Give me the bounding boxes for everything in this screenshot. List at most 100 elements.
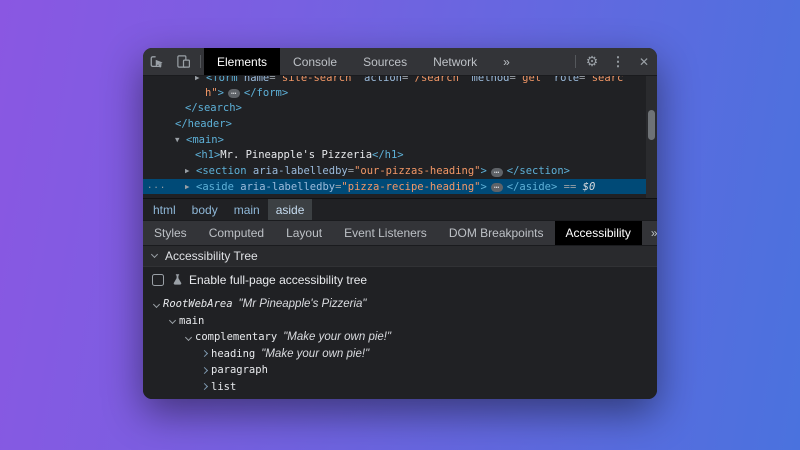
accessibility-tree-section-header[interactable]: Accessibility Tree <box>143 246 657 267</box>
device-toolbar-icon <box>176 54 191 69</box>
dom-token: aria-labelledby <box>234 181 335 193</box>
breadcrumb-main[interactable]: main <box>226 199 268 220</box>
breadcrumb-body[interactable]: body <box>184 199 226 220</box>
a11y-role: list <box>211 381 236 393</box>
dom-token: <h1> <box>195 149 220 161</box>
enable-full-page-a11y-row: Enable full-page accessibility tree <box>143 267 657 292</box>
dom-token: <form <box>206 76 238 84</box>
inspect-element-icon <box>149 54 164 69</box>
chevron-down-icon[interactable] <box>181 335 195 340</box>
expand-arrow-icon[interactable]: ▶ <box>185 163 196 179</box>
dom-tree-row[interactable]: </header> <box>143 117 657 133</box>
inspect-element-icon[interactable] <box>143 48 170 75</box>
a11y-tree-row[interactable]: paragraph <box>143 362 657 379</box>
hidden-items-indicator: ... <box>147 179 166 195</box>
sidebar-tab-strip: StylesComputedLayoutEvent ListenersDOM B… <box>143 220 657 246</box>
tab-computed[interactable]: Computed <box>198 221 275 245</box>
dom-token: Mr. Pineapple's Pizzeria <box>220 149 372 161</box>
a11y-name: "Mr Pineapple's Pizzeria" <box>239 298 367 310</box>
menu-dots-icon[interactable]: ⋮ <box>605 48 631 75</box>
device-toolbar-icon[interactable] <box>170 48 197 75</box>
toolbar-separator <box>575 55 576 68</box>
section-title: Accessibility Tree <box>165 249 258 263</box>
tab-elements[interactable]: Elements <box>204 48 280 75</box>
tab-accessibility[interactable]: Accessibility <box>555 221 642 245</box>
dom-tree-row[interactable]: <h1>Mr. Pineapple's Pizzeria</h1> <box>143 148 657 164</box>
dom-token: > <box>481 181 487 193</box>
scrollbar-thumb[interactable] <box>648 110 655 140</box>
inline-expand-button[interactable]: … <box>491 183 503 192</box>
a11y-name: "Make your own pie!" <box>283 331 391 343</box>
dom-token: method <box>465 76 509 84</box>
chevron-down-icon[interactable] <box>165 318 179 323</box>
a11y-tree-row[interactable]: complementary "Make your own pie!" <box>143 329 657 346</box>
a11y-name: "Make your own pie!" <box>261 348 369 360</box>
main-tab-strip: ElementsConsoleSourcesNetwork» <box>204 48 523 75</box>
toolbar-spacer <box>523 48 572 75</box>
dom-token: </aside> <box>507 181 558 193</box>
dom-token: h" <box>205 87 218 99</box>
dom-token: </h1> <box>372 149 404 161</box>
dom-tree-row[interactable]: ▼<main> <box>143 132 657 148</box>
a11y-tree-row[interactable]: main <box>143 313 657 330</box>
tab-dom-breakpoints[interactable]: DOM Breakpoints <box>438 221 555 245</box>
inline-expand-button[interactable]: … <box>491 168 503 177</box>
dom-tree-row[interactable]: h">…</form> <box>143 86 657 102</box>
enable-full-page-checkbox[interactable] <box>152 274 164 286</box>
tab-more-tabs[interactable]: » <box>490 48 523 75</box>
tab-styles[interactable]: Styles <box>143 221 198 245</box>
dom-token: role <box>547 76 579 84</box>
a11y-role: RootWebArea <box>163 298 233 310</box>
dom-tree-row[interactable]: ▶<section aria-labelledby="our-pizzas-he… <box>143 163 657 179</box>
tab-more-panel-tabs[interactable]: » <box>642 221 657 245</box>
enable-full-page-label: Enable full-page accessibility tree <box>189 273 367 287</box>
dom-token: </search> <box>185 102 242 114</box>
expand-arrow-icon[interactable]: ▶ <box>185 179 196 195</box>
experimental-beaker-icon <box>171 273 184 286</box>
accessibility-tree: RootWebArea "Mr Pineapple's Pizzeria" main… <box>143 292 657 399</box>
dom-token: "/search" <box>408 76 465 84</box>
tab-event-listeners[interactable]: Event Listeners <box>333 221 438 245</box>
settings-gear-icon[interactable]: ⚙ <box>579 48 605 75</box>
a11y-role: heading <box>211 348 255 360</box>
a11y-tree-row[interactable]: RootWebArea "Mr Pineapple's Pizzeria" <box>143 296 657 313</box>
a11y-tree-row[interactable]: heading "Make your own pie!" <box>143 346 657 363</box>
toolbar-separator <box>200 55 201 68</box>
dom-token: "our-pizzas-heading" <box>354 165 480 177</box>
tab-network[interactable]: Network <box>420 48 490 75</box>
tab-layout[interactable]: Layout <box>275 221 333 245</box>
dom-tree-panel: ▶<form name="site-search" action="/searc… <box>143 76 657 198</box>
a11y-tree-row[interactable]: list <box>143 379 657 396</box>
dom-token: "get" <box>516 76 548 84</box>
dom-token: == <box>557 181 582 193</box>
chevron-right-icon[interactable] <box>197 384 211 389</box>
dom-token: "searc <box>585 76 623 84</box>
dom-token: <main> <box>186 134 224 146</box>
dom-token: </section> <box>507 165 570 177</box>
dom-tree-row[interactable]: ▶<form name="site-search" action="/searc… <box>143 76 657 86</box>
breadcrumb-html[interactable]: html <box>145 199 184 220</box>
dom-token: > <box>481 165 487 177</box>
breadcrumb-aside[interactable]: aside <box>268 199 313 220</box>
dom-token: </header> <box>175 118 232 130</box>
dom-tree-scrollbar[interactable] <box>646 76 657 198</box>
devtools-window: ElementsConsoleSourcesNetwork» ⚙ ⋮ ✕ ▶<f… <box>143 48 657 399</box>
dom-token: <section <box>196 165 247 177</box>
chevron-right-icon[interactable] <box>197 351 211 356</box>
tab-sources[interactable]: Sources <box>350 48 420 75</box>
dom-token: </form> <box>244 87 288 99</box>
chevron-down-icon[interactable] <box>149 302 163 307</box>
dom-token: aria-labelledby <box>247 165 348 177</box>
tab-console[interactable]: Console <box>280 48 350 75</box>
dom-token: $0 <box>583 181 596 193</box>
expand-arrow-icon[interactable]: ▶ <box>195 76 206 86</box>
a11y-role: complementary <box>195 331 277 343</box>
inline-expand-button[interactable]: … <box>228 89 240 98</box>
close-icon[interactable]: ✕ <box>631 48 657 75</box>
devtools-toolbar: ElementsConsoleSourcesNetwork» ⚙ ⋮ ✕ <box>143 48 657 76</box>
expand-arrow-icon[interactable]: ▼ <box>175 132 186 148</box>
dom-tree-row[interactable]: </search> <box>143 101 657 117</box>
dom-tree-row[interactable]: ...▶<aside aria-labelledby="pizza-recipe… <box>143 179 657 195</box>
chevron-right-icon[interactable] <box>197 368 211 373</box>
dom-token: "site-search" <box>276 76 358 84</box>
